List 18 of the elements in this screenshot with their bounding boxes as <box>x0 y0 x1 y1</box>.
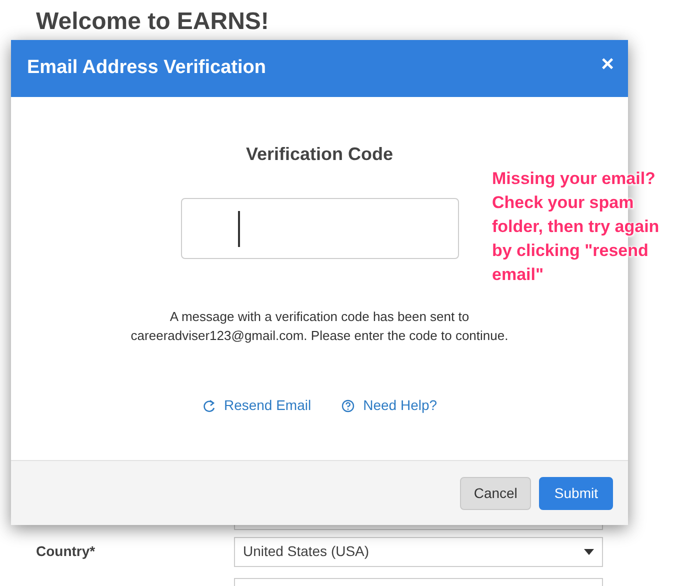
close-button[interactable]: × <box>601 52 614 74</box>
code-label: Verification Code <box>246 143 394 166</box>
help-icon <box>341 398 356 412</box>
page-heading: Welcome to EARNS! <box>36 8 270 37</box>
caret-icon <box>584 548 594 555</box>
submit-button[interactable]: Submit <box>539 476 613 510</box>
field-label: Country* <box>36 542 96 562</box>
resend-email-link[interactable]: Resend Email <box>224 395 312 416</box>
code-input-field[interactable] <box>180 198 458 259</box>
select-field[interactable]: United States (USA) <box>234 536 603 567</box>
verification-message: A message with a verification code has been sent to careeradviser123@gmail.com. Please enter the code to continue. <box>130 308 510 345</box>
modal-title: Email Address Verification <box>27 57 266 80</box>
need-help-link[interactable]: Need Help? <box>363 395 438 416</box>
annotation-text: Missing your email? Check your spam folder, then try again by clicking "resend email" <box>492 168 660 286</box>
select-value: United States (USA) <box>243 542 370 562</box>
text-cursor-icon <box>238 211 240 247</box>
refresh-icon <box>202 398 216 412</box>
cancel-button[interactable]: Cancel <box>460 476 532 510</box>
